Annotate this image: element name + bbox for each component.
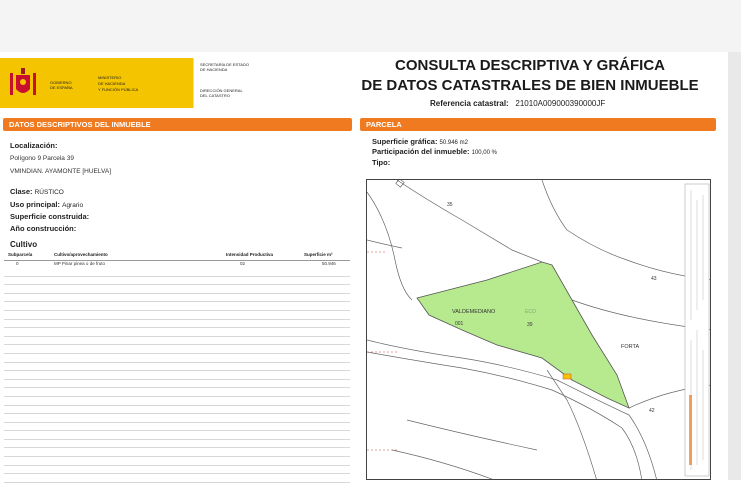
map-label-43: 43 bbox=[651, 276, 657, 282]
map-label-42: 42 bbox=[649, 408, 655, 414]
table-row: 0 MP Pinar pinea o de fruto 02 50.946 bbox=[4, 261, 350, 268]
participation-row: Participación del inmueble: 100,00 % bbox=[372, 147, 497, 156]
cadastral-reference: Referencia catastral: 21010A009000390000… bbox=[430, 99, 605, 108]
sec-line2: DE HACIENDA bbox=[200, 67, 228, 72]
col-subparcela: Subparcela bbox=[8, 252, 33, 257]
map-label-35: 35 bbox=[447, 202, 453, 208]
location-line2: VMINDIAN. AYAMONTE [HUELVA] bbox=[10, 168, 112, 175]
col-intensidad: Intensidad Productiva bbox=[226, 252, 274, 257]
top-bar bbox=[0, 0, 741, 52]
gov-line2: DE ESPAÑA bbox=[50, 85, 73, 90]
type-label: Tipo: bbox=[372, 158, 391, 167]
marker-icon bbox=[562, 373, 572, 380]
col-superficie: Superficie m² bbox=[304, 252, 333, 257]
title-line2: DE DATOS CATASTRALES DE BIEN INMUEBLE bbox=[361, 77, 699, 94]
cultivo-table-header: Subparcela Cultivo/aprovechamiento Inten… bbox=[4, 252, 350, 261]
parcel-header: PARCELA bbox=[360, 118, 716, 131]
government-logo-block: GOBIERNO DE ESPAÑA MINISTERIO DE HACIEND… bbox=[0, 58, 193, 108]
parcel-39-polygon bbox=[416, 261, 630, 409]
col-cultivo: Cultivo/aprovechamiento bbox=[54, 252, 108, 257]
map-label-valdemediano: VALDEMEDIANO bbox=[452, 309, 496, 315]
secretary-block: SECRETARÍA DE ESTADO DE HACIENDA DIRECCI… bbox=[193, 58, 254, 108]
parcel-map-drawing: 35 43 VALDEMEDIANO 001 ECO 39 FORTA 42 bbox=[367, 180, 710, 479]
location-label: Localización: bbox=[10, 141, 58, 150]
cell-subparcela: 0 bbox=[16, 261, 19, 266]
ministry-line1: MINISTERIO bbox=[98, 75, 122, 80]
cultivo-title: Cultivo bbox=[10, 240, 38, 249]
empty-table-rows bbox=[4, 268, 350, 483]
dir-line2: DEL CATASTRO bbox=[200, 93, 230, 98]
year-built-label: Año construcción: bbox=[10, 224, 77, 233]
cell-cultivo: MP Pinar pinea o de fruto bbox=[54, 261, 105, 266]
title-line1: CONSULTA DESCRIPTIVA Y GRÁFICA bbox=[394, 57, 665, 74]
map-label-eco: ECO bbox=[525, 309, 536, 315]
cell-intensidad: 02 bbox=[240, 261, 246, 266]
ministry-line3: Y FUNCIÓN PÚBLICA bbox=[98, 87, 139, 92]
coat-of-arms-icon bbox=[10, 68, 36, 95]
map-label-001: 001 bbox=[455, 321, 464, 327]
ref-label: Referencia catastral: bbox=[430, 99, 509, 108]
ref-value: 21010A009000390000JF bbox=[515, 99, 606, 108]
descriptive-data-header: DATOS DESCRIPTIVOS DEL INMUEBLE bbox=[3, 118, 352, 131]
ministry-line2: DE HACIENDA bbox=[98, 81, 126, 86]
parcel-map[interactable]: 35 43 VALDEMEDIANO 001 ECO 39 FORTA 42 bbox=[366, 179, 711, 480]
map-label-forta: FORTA bbox=[621, 344, 639, 350]
class-row: Clase: RÚSTICO bbox=[10, 187, 64, 196]
built-area-label: Superficie construida: bbox=[10, 212, 90, 221]
page-title: CONSULTA DESCRIPTIVA Y GRÁFICA DE DATOS … bbox=[360, 56, 700, 96]
page-edge bbox=[728, 52, 741, 480]
cell-superficie: 50.946 bbox=[322, 261, 336, 266]
location-line1: Polígono 9 Parcela 39 bbox=[10, 155, 74, 162]
use-row: Uso principal: Agrario bbox=[10, 200, 84, 209]
map-label-39: 39 bbox=[527, 322, 533, 328]
graphic-area-row: Superficie gráfica: 50.946 m2 bbox=[372, 137, 468, 146]
